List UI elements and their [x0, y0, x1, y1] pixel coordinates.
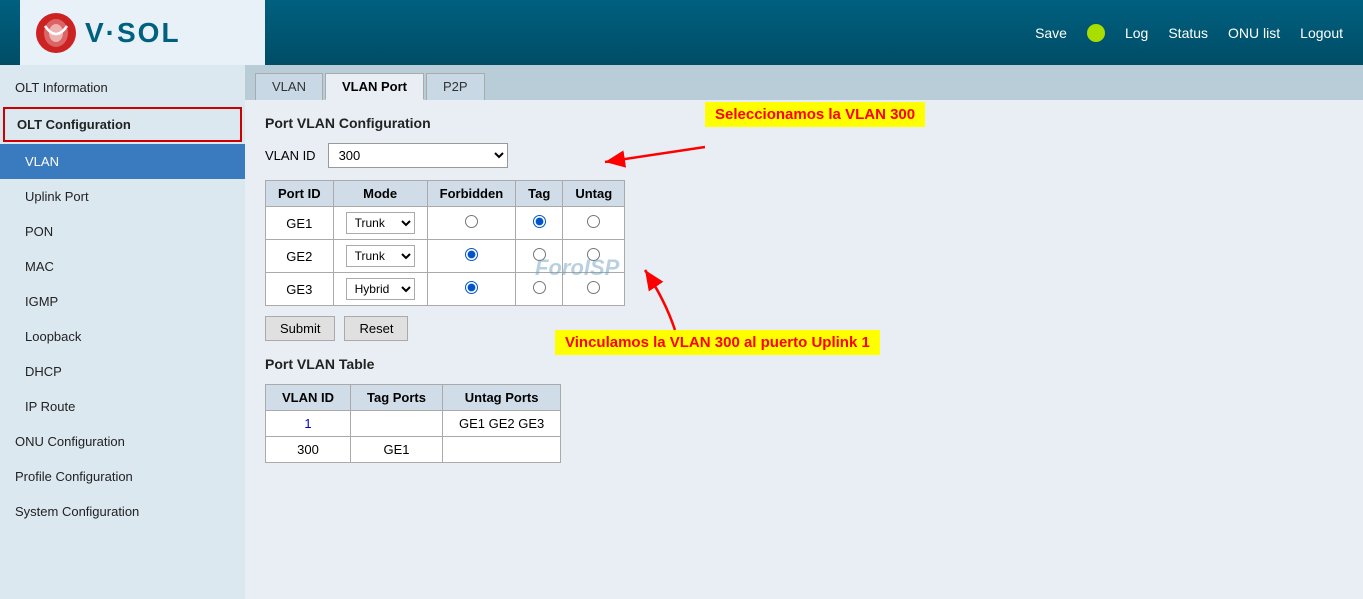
pvlan-section-title: Port VLAN Table — [265, 356, 1343, 372]
header: V·SOL Save Log Status ONU list Logout — [0, 0, 1363, 65]
annotation-top: Seleccionamos la VLAN 300 — [705, 102, 925, 127]
sidebar-item-onu-configuration[interactable]: ONU Configuration — [0, 424, 245, 459]
pvlan-untag-ports-300 — [443, 437, 561, 463]
log-button[interactable]: Log — [1125, 25, 1148, 41]
col-mode: Mode — [333, 181, 427, 207]
table-row: GE3 Access Trunk Hybrid — [266, 273, 625, 306]
forbidden-radio-ge1[interactable] — [465, 215, 478, 228]
untag-radio-ge1[interactable] — [587, 215, 600, 228]
logo-area: V·SOL — [20, 0, 265, 65]
tab-vlan-port[interactable]: VLAN Port — [325, 73, 424, 100]
pvlan-vlan-id-300: 300 — [266, 437, 351, 463]
sidebar-item-ip-route[interactable]: IP Route — [0, 389, 245, 424]
untag-radio-ge2[interactable] — [587, 248, 600, 261]
mode-select-ge2[interactable]: Access Trunk Hybrid — [346, 245, 415, 267]
layout: OLT Information OLT Configuration VLAN U… — [0, 65, 1363, 599]
save-label: Save — [1035, 25, 1067, 41]
main-content: VLAN VLAN Port P2P Seleccionamos la VLAN… — [245, 65, 1363, 599]
header-actions: Save Log Status ONU list Logout — [1035, 24, 1343, 42]
tab-bar: VLAN VLAN Port P2P — [245, 65, 1363, 100]
tag-cell-ge3 — [516, 273, 563, 306]
table-row: 1 GE1 GE2 GE3 — [266, 411, 561, 437]
port-id-cell: GE1 — [266, 207, 334, 240]
forbidden-cell-ge2 — [427, 240, 516, 273]
sidebar-item-pon[interactable]: PON — [0, 214, 245, 249]
onu-list-button[interactable]: ONU list — [1228, 25, 1280, 41]
sidebar-item-system-configuration[interactable]: System Configuration — [0, 494, 245, 529]
logout-button[interactable]: Logout — [1300, 25, 1343, 41]
col-tag: Tag — [516, 181, 563, 207]
sidebar-item-profile-configuration[interactable]: Profile Configuration — [0, 459, 245, 494]
pvlan-tag-ports-1 — [351, 411, 443, 437]
status-dot — [1087, 24, 1105, 42]
vlan-id-row: VLAN ID 1 300 — [265, 143, 1343, 168]
col-untag: Untag — [563, 181, 625, 207]
sidebar-item-olt-information[interactable]: OLT Information — [0, 70, 245, 105]
sidebar-item-olt-configuration[interactable]: OLT Configuration — [3, 107, 242, 142]
table-row: GE1 Access Trunk Hybrid — [266, 207, 625, 240]
vlan-id-label: VLAN ID — [265, 148, 316, 163]
pvlan-vlan-id-1: 1 — [266, 411, 351, 437]
logo-text: V·SOL — [85, 17, 181, 49]
port-id-cell: GE3 — [266, 273, 334, 306]
reset-button[interactable]: Reset — [344, 316, 408, 341]
port-id-cell: GE2 — [266, 240, 334, 273]
table-row: GE2 Access Trunk Hybrid — [266, 240, 625, 273]
sidebar-item-igmp[interactable]: IGMP — [0, 284, 245, 319]
mode-cell: Access Trunk Hybrid — [333, 207, 427, 240]
mode-select-ge3[interactable]: Access Trunk Hybrid — [346, 278, 415, 300]
sidebar-item-mac[interactable]: MAC — [0, 249, 245, 284]
mode-cell: Access Trunk Hybrid — [333, 240, 427, 273]
port-config-table: Port ID Mode Forbidden Tag Untag GE1 Acc… — [265, 180, 625, 306]
forbidden-radio-ge2[interactable] — [465, 248, 478, 261]
annotation-bottom: Vinculamos la VLAN 300 al puerto Uplink … — [555, 330, 880, 355]
content-area: Seleccionamos la VLAN 300 Port VLAN Conf… — [245, 100, 1363, 478]
table-row: 300 GE1 — [266, 437, 561, 463]
forbidden-cell-ge3 — [427, 273, 516, 306]
vsol-logo-icon — [35, 12, 77, 54]
tag-cell-ge2 — [516, 240, 563, 273]
mode-cell: Access Trunk Hybrid — [333, 273, 427, 306]
col-forbidden: Forbidden — [427, 181, 516, 207]
pvlan-col-tag-ports: Tag Ports — [351, 385, 443, 411]
pvlan-col-vlan-id: VLAN ID — [266, 385, 351, 411]
tag-radio-ge2[interactable] — [533, 248, 546, 261]
sidebar-item-dhcp[interactable]: DHCP — [0, 354, 245, 389]
untag-radio-ge3[interactable] — [587, 281, 600, 294]
status-button[interactable]: Status — [1168, 25, 1208, 41]
tag-radio-ge3[interactable] — [533, 281, 546, 294]
tag-radio-ge1[interactable] — [533, 215, 546, 228]
sidebar-item-uplink-port[interactable]: Uplink Port — [0, 179, 245, 214]
sidebar-item-vlan[interactable]: VLAN — [0, 144, 245, 179]
mode-select-ge1[interactable]: Access Trunk Hybrid — [346, 212, 415, 234]
pvlan-col-untag-ports: Untag Ports — [443, 385, 561, 411]
vlan-id-select[interactable]: 1 300 — [328, 143, 508, 168]
tab-p2p[interactable]: P2P — [426, 73, 485, 100]
submit-button[interactable]: Submit — [265, 316, 335, 341]
untag-cell-ge2 — [563, 240, 625, 273]
tab-vlan[interactable]: VLAN — [255, 73, 323, 100]
sidebar: OLT Information OLT Configuration VLAN U… — [0, 65, 245, 599]
pvlan-tag-ports-300: GE1 — [351, 437, 443, 463]
pvlan-table: VLAN ID Tag Ports Untag Ports 1 GE1 GE2 … — [265, 384, 561, 463]
tag-cell-ge1 — [516, 207, 563, 240]
untag-cell-ge1 — [563, 207, 625, 240]
sidebar-item-loopback[interactable]: Loopback — [0, 319, 245, 354]
pvlan-untag-ports-1: GE1 GE2 GE3 — [443, 411, 561, 437]
col-port-id: Port ID — [266, 181, 334, 207]
forbidden-cell-ge1 — [427, 207, 516, 240]
untag-cell-ge3 — [563, 273, 625, 306]
forbidden-radio-ge3[interactable] — [465, 281, 478, 294]
